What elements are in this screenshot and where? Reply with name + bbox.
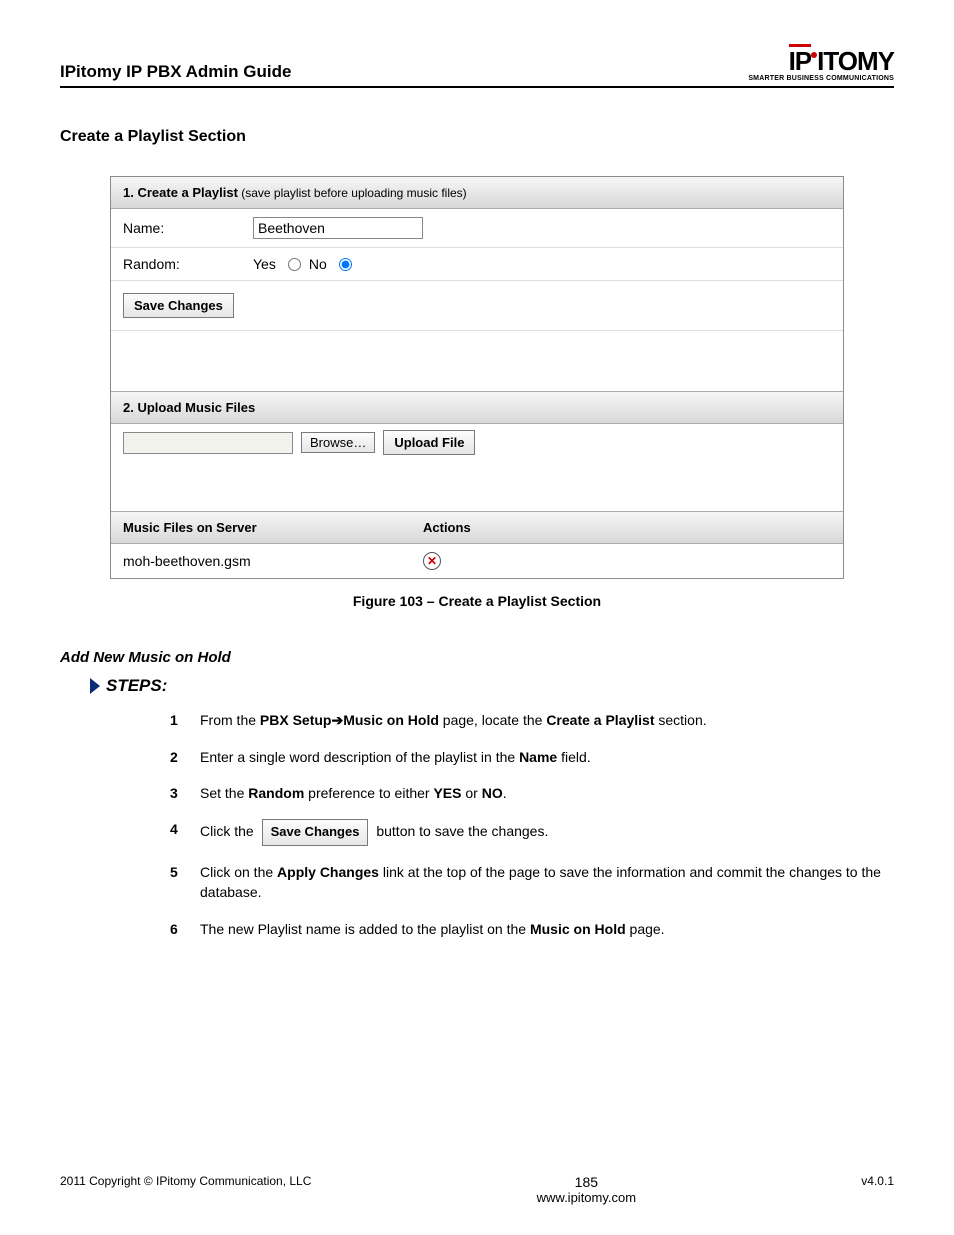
save-section: Save Changes <box>111 280 843 331</box>
steps-label-text: STEPS: <box>106 676 167 696</box>
col-actions-header: Actions <box>423 520 831 535</box>
panel1-header-hint: (save playlist before uploading music fi… <box>238 186 467 200</box>
logo-text-itomy: ITOMY <box>817 46 894 76</box>
t: From the <box>200 712 260 728</box>
t: Random <box>248 785 304 801</box>
doc-title: IPitomy IP PBX Admin Guide <box>60 62 291 82</box>
figure-caption: Figure 103 – Create a Playlist Section <box>60 593 894 609</box>
delete-icon[interactable]: ✕ <box>423 552 441 570</box>
browse-button[interactable]: Browse… <box>301 432 375 453</box>
subsection-heading: Add New Music on Hold <box>60 649 894 666</box>
panel2-header-text: 2. Upload Music Files <box>123 400 255 415</box>
page-number: 185 <box>537 1174 636 1190</box>
yes-label: Yes <box>253 256 276 272</box>
inline-save-button: Save Changes <box>262 819 369 846</box>
step-1: From the PBX Setup➔Music on Hold page, l… <box>170 710 894 730</box>
page-header: IPitomy IP PBX Admin Guide IPITOMY SMART… <box>60 50 894 88</box>
t: preference to either <box>304 785 433 801</box>
arrow-icon: ➔ <box>331 712 343 728</box>
section-title: Create a Playlist Section <box>60 128 894 146</box>
no-label: No <box>309 256 327 272</box>
t: Click on the <box>200 864 277 880</box>
panel2-header: 2. Upload Music Files <box>111 391 843 424</box>
name-input[interactable] <box>253 217 423 239</box>
random-yes-radio[interactable] <box>288 258 301 271</box>
t: YES <box>433 785 461 801</box>
t: Music on Hold <box>343 712 439 728</box>
create-playlist-panel: 1. Create a Playlist (save playlist befo… <box>110 176 844 579</box>
random-radio-group: Yes No <box>253 256 354 272</box>
random-label: Random: <box>123 256 253 272</box>
panel1-header: 1. Create a Playlist (save playlist befo… <box>111 177 843 209</box>
upload-row: Browse… Upload File <box>111 424 843 461</box>
footer-copyright: 2011 Copyright © IPitomy Communication, … <box>60 1174 311 1188</box>
page-footer: 2011 Copyright © IPitomy Communication, … <box>60 1174 894 1205</box>
t: Enter a single word description of the p… <box>200 749 519 765</box>
logo-tagline: SMARTER BUSINESS COMMUNICATIONS <box>748 75 894 82</box>
t: button to save the changes. <box>372 823 548 839</box>
step-6: The new Playlist name is added to the pl… <box>170 919 894 939</box>
t: Create a Playlist <box>546 712 654 728</box>
t: PBX Setup <box>260 712 332 728</box>
step-5: Click on the Apply Changes link at the t… <box>170 862 894 903</box>
t: field. <box>557 749 590 765</box>
logo: IPITOMY SMARTER BUSINESS COMMUNICATIONS <box>748 50 894 82</box>
t: page, locate the <box>439 712 546 728</box>
name-label: Name: <box>123 220 253 236</box>
step-3: Set the Random preference to either YES … <box>170 783 894 803</box>
t: Name <box>519 749 557 765</box>
files-table-header: Music Files on Server Actions <box>111 511 843 544</box>
random-no-radio[interactable] <box>339 258 352 271</box>
t: NO <box>482 785 503 801</box>
footer-url: www.ipitomy.com <box>537 1190 636 1205</box>
step-4: Click the Save Changes button to save th… <box>170 819 894 846</box>
file-actions-cell: ✕ <box>423 552 831 570</box>
logo-text-ip: IP <box>789 50 812 73</box>
file-name-cell: moh-beethoven.gsm <box>123 553 423 569</box>
t: Set the <box>200 785 248 801</box>
t: The new Playlist name is added to the pl… <box>200 921 530 937</box>
panel1-header-bold: 1. Create a Playlist <box>123 185 238 200</box>
random-row: Random: Yes No <box>111 248 843 280</box>
save-changes-button[interactable]: Save Changes <box>123 293 234 318</box>
table-row: moh-beethoven.gsm ✕ <box>111 544 843 578</box>
step-2: Enter a single word description of the p… <box>170 747 894 767</box>
footer-version: v4.0.1 <box>861 1174 894 1188</box>
logo-main: IPITOMY <box>748 50 894 73</box>
t: Click the <box>200 823 258 839</box>
upload-file-button[interactable]: Upload File <box>383 430 475 455</box>
steps-list: From the PBX Setup➔Music on Hold page, l… <box>170 710 894 939</box>
t: section. <box>654 712 706 728</box>
t: Music on Hold <box>530 921 626 937</box>
footer-center: 185 www.ipitomy.com <box>537 1174 636 1205</box>
spacer2 <box>111 461 843 511</box>
steps-heading: STEPS: <box>90 676 894 696</box>
t: Apply Changes <box>277 864 379 880</box>
t: . <box>503 785 507 801</box>
name-row: Name: <box>111 209 843 248</box>
col-file-header: Music Files on Server <box>123 520 423 535</box>
file-path-display <box>123 432 293 454</box>
arrow-right-icon <box>90 678 100 694</box>
spacer <box>111 331 843 391</box>
t: page. <box>626 921 665 937</box>
t: or <box>461 785 481 801</box>
